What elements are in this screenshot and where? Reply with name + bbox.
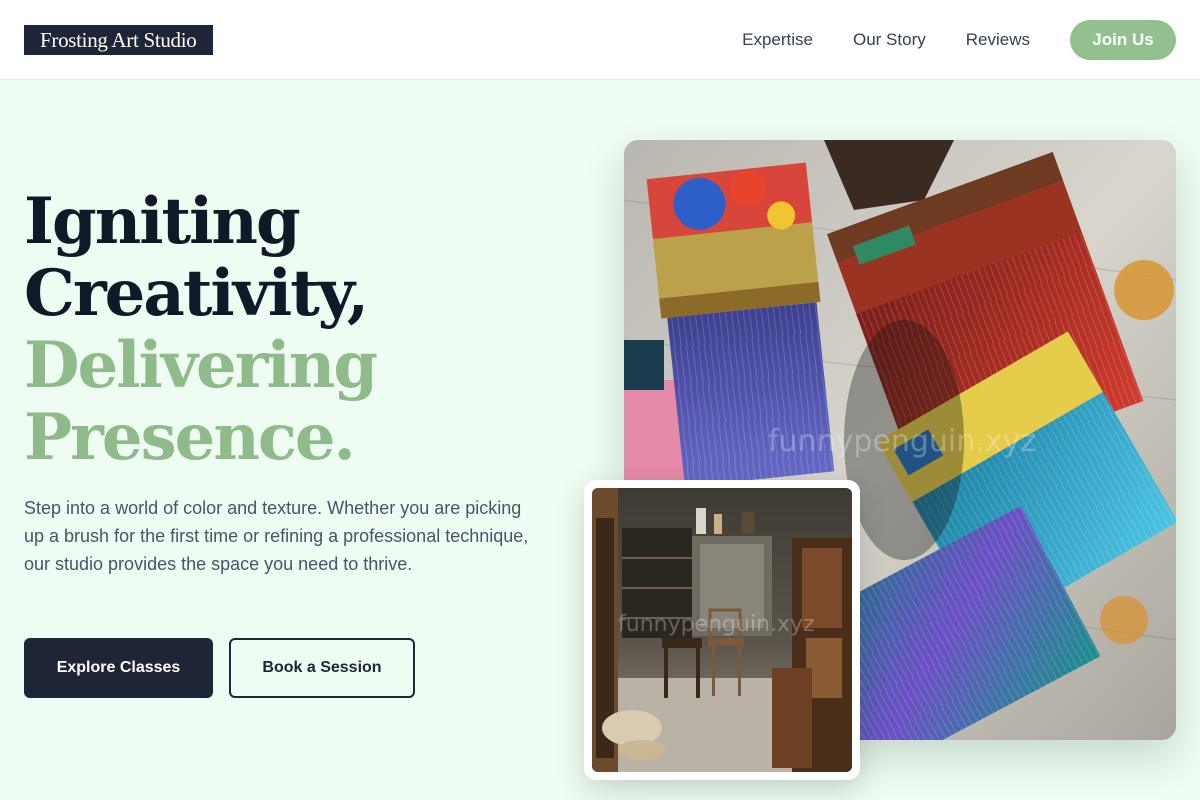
explore-classes-button[interactable]: Explore Classes [24,638,213,698]
logo[interactable]: Frosting Art Studio [24,25,213,55]
studio-photo-frame: funnypenguin.xyz [584,480,860,780]
headline-line-4: Presence. [24,400,356,475]
headline-line-3: Delivering [24,328,378,403]
main-photo-watermark: funnypenguin.xyz [768,424,1037,459]
hero-description: Step into a world of color and texture. … [24,498,529,574]
hero-headline: Igniting Creativity, Delivering Presence… [24,184,378,475]
book-session-button[interactable]: Book a Session [229,638,415,698]
hero-actions: Explore Classes Book a Session [24,638,415,698]
studio-interior-photo: funnypenguin.xyz [592,488,852,772]
headline-line-1: Igniting [24,184,301,259]
inset-photo-watermark: funnypenguin.xyz [618,612,815,637]
join-us-button[interactable]: Join Us [1070,20,1176,60]
main-nav: Expertise Our Story Reviews Join Us [742,20,1176,60]
site-header: Frosting Art Studio Expertise Our Story … [0,0,1200,80]
nav-link-reviews[interactable]: Reviews [966,30,1030,50]
nav-link-our-story[interactable]: Our Story [853,30,926,50]
headline-line-2: Creativity, [24,256,369,331]
nav-link-expertise[interactable]: Expertise [742,30,813,50]
